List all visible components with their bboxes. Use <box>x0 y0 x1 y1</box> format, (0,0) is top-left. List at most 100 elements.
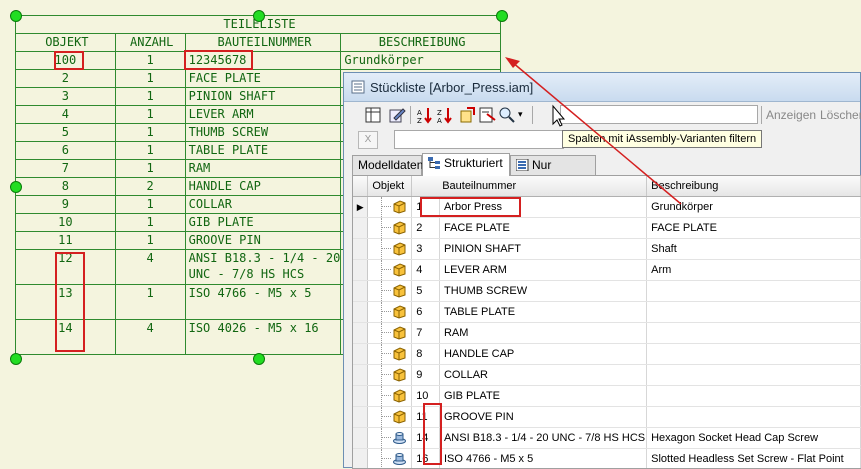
row-selector[interactable] <box>353 323 368 344</box>
cell-objekt[interactable]: 3 <box>412 239 440 260</box>
row-selector[interactable] <box>353 428 368 449</box>
cell-beschreibung[interactable] <box>647 386 861 407</box>
cell-nummer: PINION SHAFT <box>185 88 341 106</box>
cell-beschreibung[interactable] <box>647 323 861 344</box>
cell-anzahl: 1 <box>115 214 185 232</box>
cell-beschreibung[interactable]: Hexagon Socket Head Cap Screw <box>647 428 861 449</box>
row-selector[interactable] <box>353 281 368 302</box>
cell-objekt: 7 <box>16 160 116 178</box>
header-objekt: OBJEKT <box>16 34 116 52</box>
cell-bauteilnummer[interactable]: RAM <box>439 323 646 344</box>
cell-nummer: GROOVE PIN <box>185 232 341 250</box>
bom-row[interactable]: 9COLLAR <box>353 365 861 386</box>
cell-bauteilnummer[interactable]: ANSI B18.3 - 1/4 - 20 UNC - 7/8 HS HCS <box>439 428 646 449</box>
cell-beschreibung[interactable] <box>647 365 861 386</box>
cell-beschreibung[interactable]: Arm <box>647 260 861 281</box>
part-icon <box>368 407 412 428</box>
cell-nummer: GIB PLATE <box>185 214 341 232</box>
loeschen-button[interactable]: Löscher <box>820 108 861 122</box>
cell-beschreibung[interactable] <box>647 302 861 323</box>
column-beschreibung[interactable]: Beschreibung <box>647 176 861 197</box>
header-beschreibung: BESCHREIBUNG <box>341 34 501 52</box>
cell-objekt: 2 <box>16 70 116 88</box>
grip-handle-bottom-middle[interactable] <box>253 353 265 365</box>
row-selector[interactable] <box>353 344 368 365</box>
cell-nummer: THUMB SCREW <box>185 124 341 142</box>
formula-icon[interactable]: X <box>358 131 378 149</box>
cell-objekt[interactable]: 9 <box>412 365 440 386</box>
cell-bauteilnummer[interactable]: GIB PLATE <box>439 386 646 407</box>
row-selector[interactable] <box>353 449 368 469</box>
view-filter-combo[interactable] <box>560 105 758 124</box>
bom-row[interactable]: 8HANDLE CAP <box>353 344 861 365</box>
bom-row[interactable]: 2FACE PLATEFACE PLATE <box>353 218 861 239</box>
part-icon <box>368 344 412 365</box>
parts-list-row: 100112345678Grundkörper <box>16 52 501 70</box>
tab-modelldaten[interactable]: Modelldaten <box>352 155 422 175</box>
find-dropdown-icon[interactable]: ▾ <box>518 109 523 120</box>
bom-row[interactable]: 3PINION SHAFTShaft <box>353 239 861 260</box>
cell-nummer: TABLE PLATE <box>185 142 341 160</box>
grip-handle-top-left[interactable] <box>10 10 22 22</box>
row-selector[interactable] <box>353 302 368 323</box>
cell-bauteilnummer[interactable]: HANDLE CAP <box>439 344 646 365</box>
cell-anzahl: 1 <box>115 124 185 142</box>
cell-beschreibung[interactable]: Shaft <box>647 239 861 260</box>
cell-beschreibung[interactable]: FACE PLATE <box>647 218 861 239</box>
cell-objekt[interactable]: 7 <box>412 323 440 344</box>
anzeigen-button[interactable]: Anzeigen <box>766 108 816 122</box>
cell-bauteilnummer[interactable]: LEVER ARM <box>439 260 646 281</box>
bom-row[interactable]: 5THUMB SCREW <box>353 281 861 302</box>
sort-ascending-icon[interactable]: AZ <box>416 106 434 124</box>
highlight-box-bauteilnummer <box>184 50 253 70</box>
cell-bauteilnummer[interactable]: COLLAR <box>439 365 646 386</box>
bom-row[interactable]: 7RAM <box>353 323 861 344</box>
export-icon[interactable] <box>478 106 496 124</box>
bom-row[interactable]: 6TABLE PLATE <box>353 302 861 323</box>
part-icon <box>368 260 412 281</box>
cell-bauteilnummer[interactable]: TABLE PLATE <box>439 302 646 323</box>
tab-nur-bauteile[interactable]: Nur Bauteile <box>510 155 596 175</box>
cell-beschreibung[interactable]: Grundkörper <box>647 197 861 218</box>
find-icon[interactable] <box>498 106 516 124</box>
row-selector[interactable] <box>353 260 368 281</box>
cell-beschreibung[interactable] <box>647 281 861 302</box>
row-selector[interactable] <box>353 407 368 428</box>
cell-objekt[interactable]: 2 <box>412 218 440 239</box>
cell-objekt[interactable]: 8 <box>412 344 440 365</box>
cell-anzahl: 1 <box>115 142 185 160</box>
current-row-indicator[interactable]: ▶ <box>353 197 368 218</box>
grip-handle-bottom-left[interactable] <box>10 353 22 365</box>
grip-handle-top-right[interactable] <box>496 10 508 22</box>
cell-objekt[interactable]: 6 <box>412 302 440 323</box>
column-bauteilnummer[interactable]: Bauteilnummer <box>412 176 647 197</box>
renumber-icon[interactable] <box>458 106 476 124</box>
column-objekt[interactable]: Objekt <box>368 176 412 197</box>
dialog-titlebar[interactable]: Stückliste [Arbor_Press.iam] <box>344 73 860 102</box>
cell-beschreibung[interactable] <box>647 344 861 365</box>
row-selector[interactable] <box>353 365 368 386</box>
cell-bauteilnummer[interactable]: PINION SHAFT <box>439 239 646 260</box>
grip-handle-middle-left[interactable] <box>10 181 22 193</box>
edit-icon[interactable] <box>388 106 406 124</box>
cell-anzahl: 1 <box>115 88 185 106</box>
bom-dialog[interactable]: Stückliste [Arbor_Press.iam] AZ ZA ▾ Anz… <box>343 72 861 468</box>
row-selector[interactable] <box>353 218 368 239</box>
formula-input[interactable] <box>394 130 564 149</box>
cell-beschreibung[interactable] <box>647 407 861 428</box>
cell-bauteilnummer[interactable]: ISO 4766 - M5 x 5 <box>439 449 646 469</box>
cell-bauteilnummer[interactable]: FACE PLATE <box>439 218 646 239</box>
row-selector[interactable] <box>353 239 368 260</box>
cell-bauteilnummer[interactable]: GROOVE PIN <box>439 407 646 428</box>
cell-objekt[interactable]: 5 <box>412 281 440 302</box>
grip-handle-top-middle[interactable] <box>253 10 265 22</box>
cell-objekt: 9 <box>16 196 116 214</box>
tab-strukturiert[interactable]: Strukturiert <box>422 153 510 176</box>
cell-bauteilnummer[interactable]: THUMB SCREW <box>439 281 646 302</box>
bom-row[interactable]: 4LEVER ARMArm <box>353 260 861 281</box>
cell-objekt[interactable]: 4 <box>412 260 440 281</box>
row-selector[interactable] <box>353 386 368 407</box>
cell-beschreibung[interactable]: Slotted Headless Set Screw - Flat Point <box>647 449 861 469</box>
bom-table-icon[interactable] <box>364 106 382 124</box>
sort-descending-icon[interactable]: ZA <box>436 106 454 124</box>
